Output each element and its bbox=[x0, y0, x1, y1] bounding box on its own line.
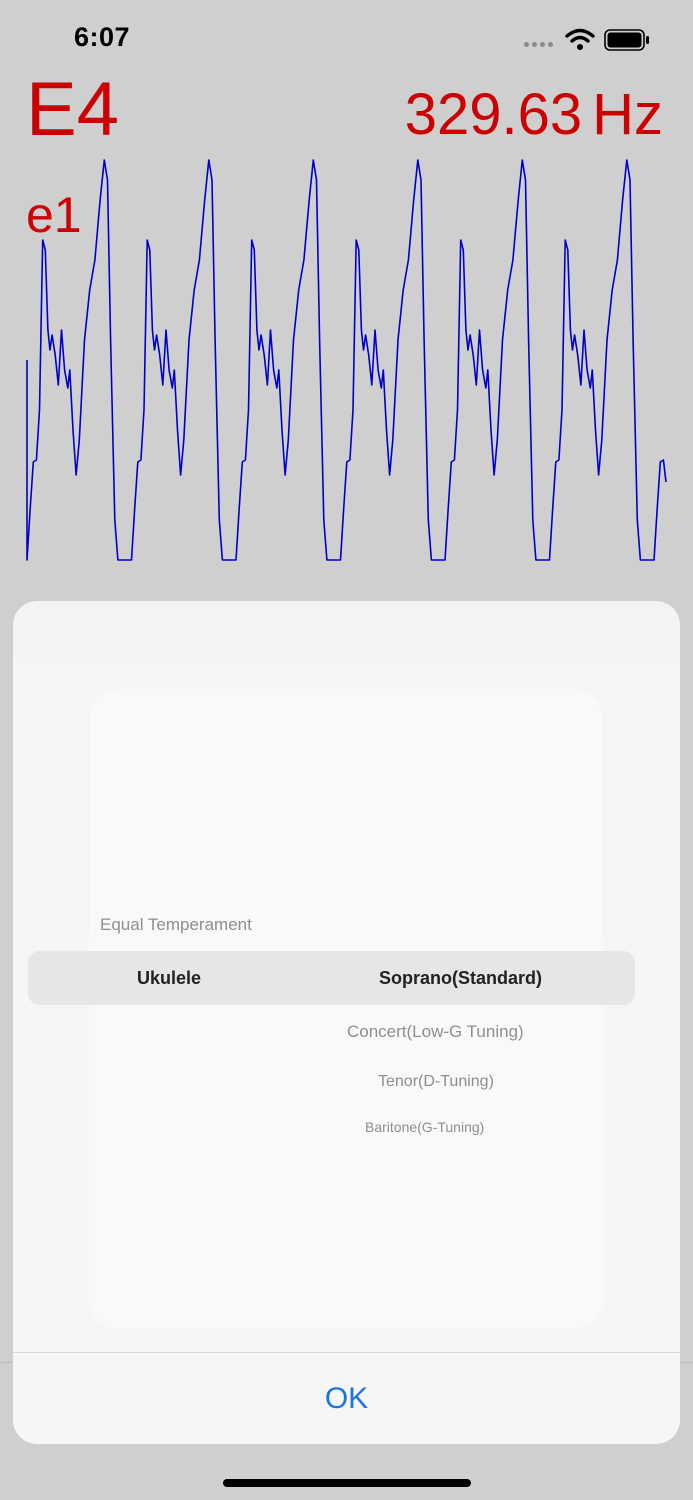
tuning-picker-dialog: Equal Temperament Ukulele Soprano(Standa… bbox=[13, 601, 680, 1444]
frequency-value: 329.63 bbox=[404, 82, 583, 147]
picker-option-tuning-selected[interactable]: Soprano(Standard) bbox=[379, 969, 542, 987]
picker-option-instrument[interactable]: Ukulele bbox=[137, 969, 201, 987]
ok-button[interactable]: OK bbox=[13, 1353, 680, 1444]
picker-option-tuning[interactable]: Concert(Low-G Tuning) bbox=[347, 1023, 524, 1040]
home-indicator[interactable] bbox=[223, 1479, 471, 1487]
signal-dots-icon bbox=[524, 42, 553, 47]
wifi-icon bbox=[565, 28, 595, 50]
frequency-readout: 329.63 Hz bbox=[405, 86, 663, 144]
picker-background bbox=[89, 689, 603, 1329]
picker-selection-highlight bbox=[28, 951, 635, 1005]
picker-option-tuning[interactable]: Baritone(G-Tuning) bbox=[365, 1120, 484, 1134]
battery-icon bbox=[604, 29, 649, 51]
frequency-unit: Hz bbox=[592, 82, 663, 147]
picker-option-temperament[interactable]: Equal Temperament bbox=[100, 916, 252, 933]
waveform-display bbox=[26, 159, 667, 561]
picker-option-tuning[interactable]: Tenor(D-Tuning) bbox=[378, 1074, 494, 1090]
status-time: 6:07 bbox=[74, 22, 131, 52]
waveform-trace bbox=[26, 159, 667, 561]
note-name: E4 bbox=[26, 67, 119, 152]
